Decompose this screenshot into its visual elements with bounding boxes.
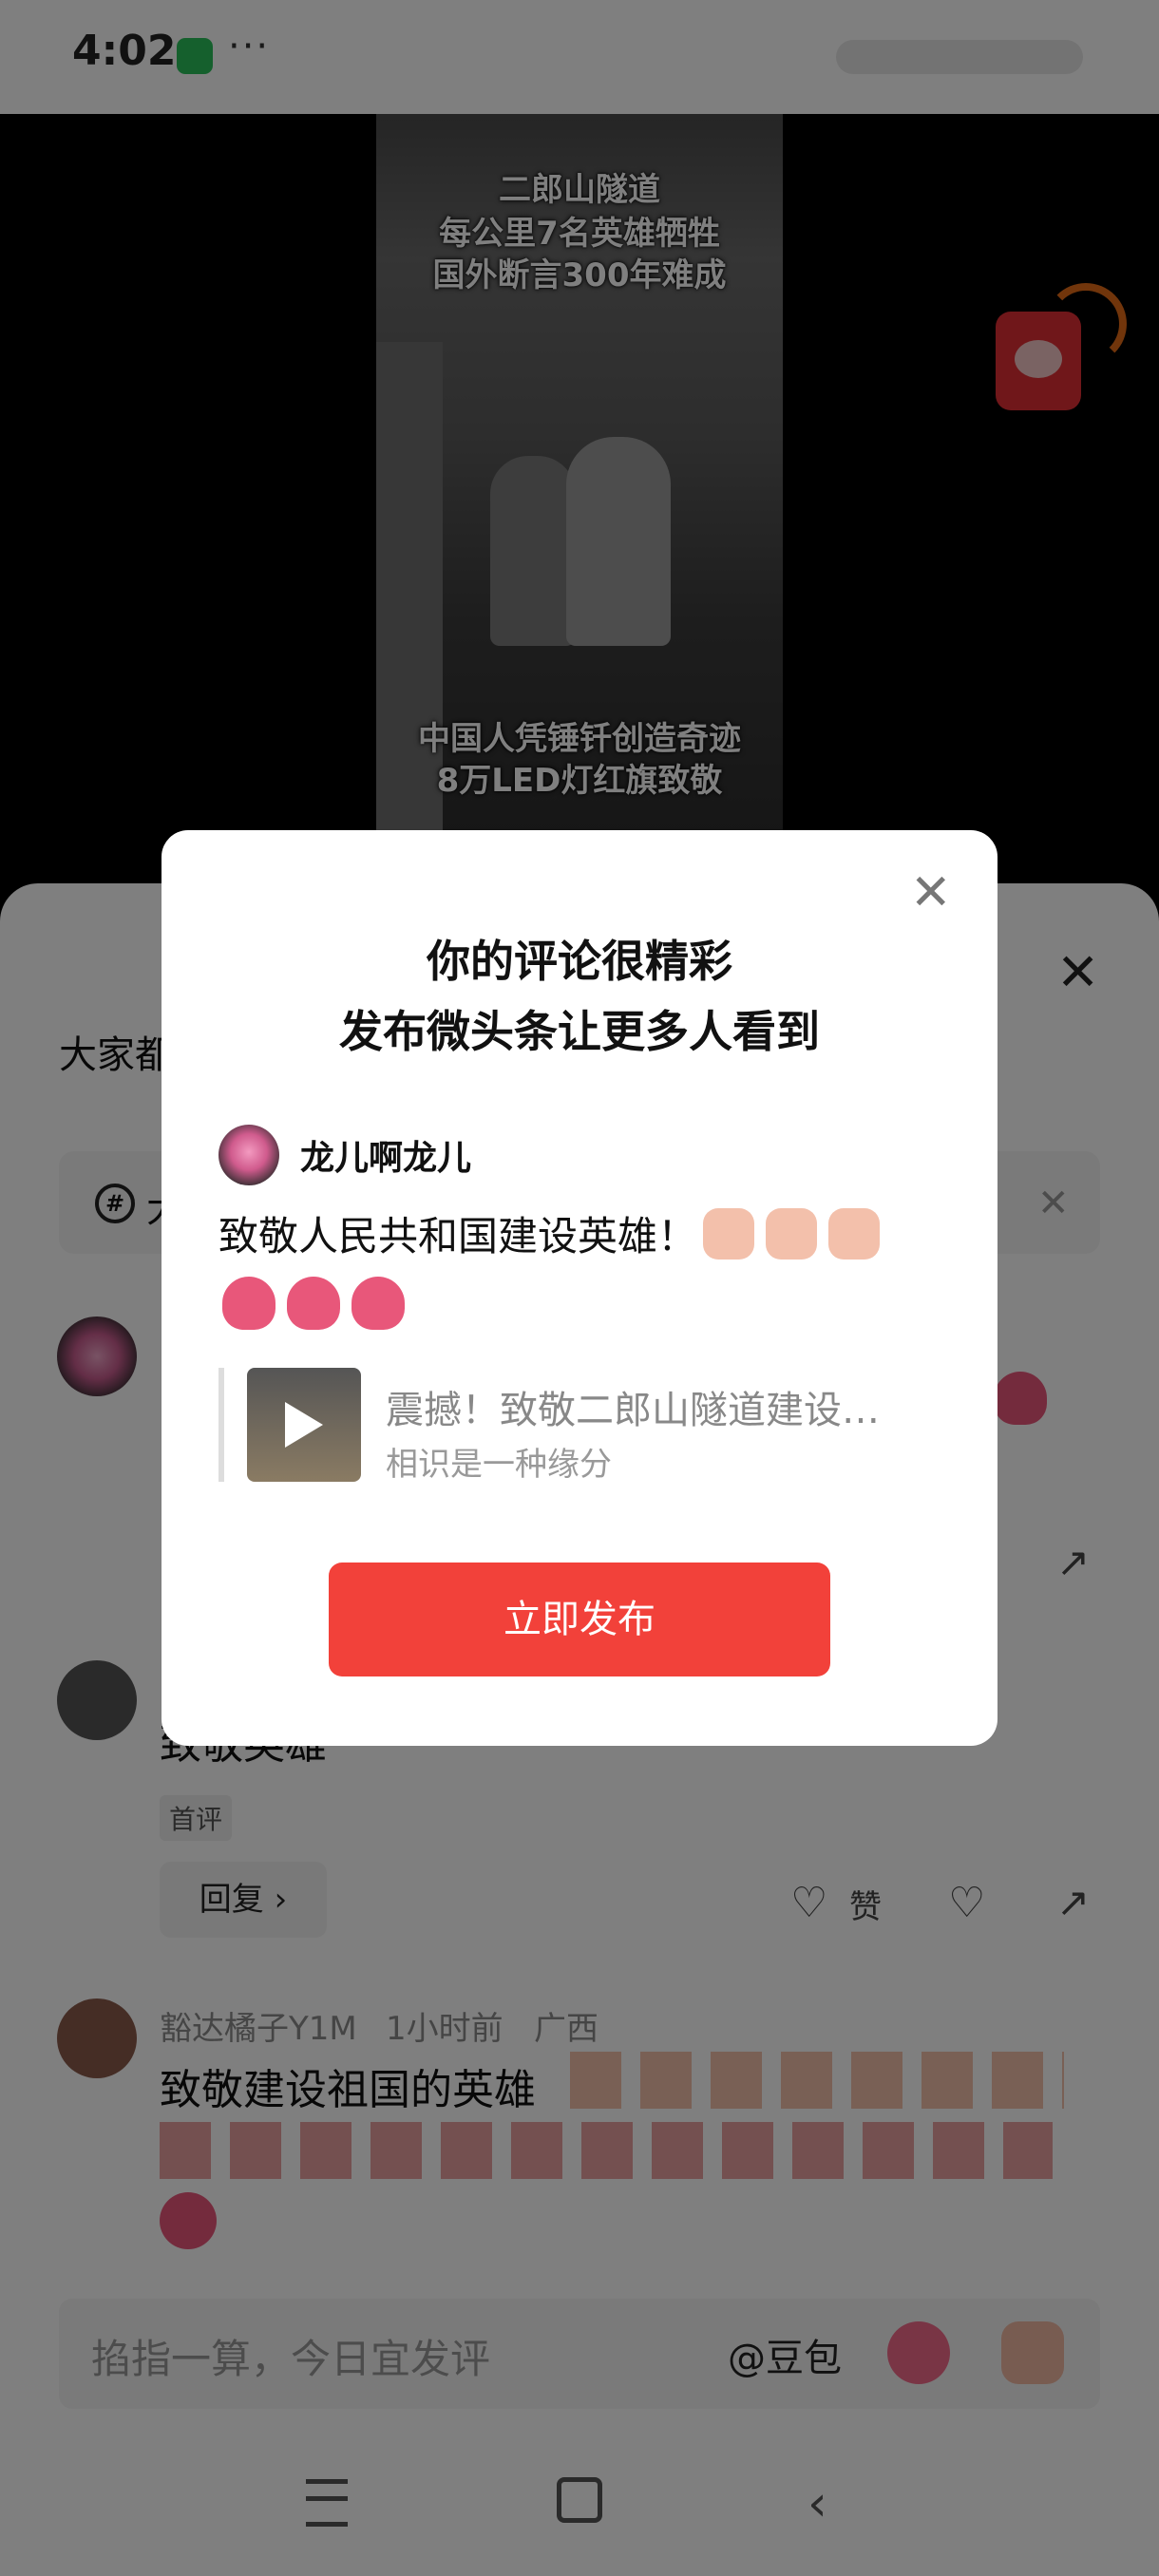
pray-emoji <box>828 1208 880 1260</box>
tulip-emoji <box>352 1277 405 1330</box>
dialog-comment-text: 致敬人民共和国建设英雄！ <box>218 1213 698 1260</box>
avatar <box>218 1125 279 1185</box>
dialog-title: 你的评论很精彩 <box>427 936 732 987</box>
pray-emoji <box>766 1208 817 1260</box>
tulip-emoji <box>222 1277 276 1330</box>
quote-bar <box>218 1368 224 1482</box>
quoted-video-title: 震撼！致敬二郎山隧道建设… <box>386 1389 880 1432</box>
pray-emoji <box>703 1208 754 1260</box>
play-icon <box>285 1402 323 1448</box>
tulip-emoji <box>287 1277 340 1330</box>
close-icon[interactable]: ✕ <box>910 864 952 921</box>
dialog-subtitle: 发布微头条让更多人看到 <box>339 1006 820 1057</box>
quoted-video-source: 相识是一种缘分 <box>386 1446 612 1484</box>
dialog-username: 龙儿啊龙儿 <box>300 1139 472 1178</box>
publish-button[interactable]: 立即发布 <box>329 1563 830 1676</box>
